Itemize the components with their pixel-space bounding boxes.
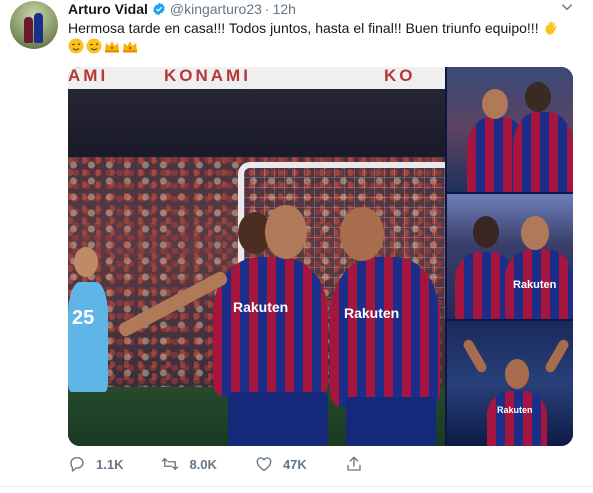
reply-icon — [70, 456, 84, 472]
avatar-figure — [34, 13, 43, 43]
opponent-player: 25 — [68, 282, 108, 392]
avatar[interactable] — [10, 1, 58, 49]
media-grid: AMI KONAMI KO 25 Rakuten Rakuten Rakuten… — [68, 67, 573, 446]
jersey-number: 25 — [72, 307, 95, 329]
wave-hand-icon — [545, 21, 557, 35]
timestamp[interactable]: 12h — [273, 1, 296, 17]
thumbnail-photo-1[interactable] — [447, 67, 573, 192]
retweet-button[interactable]: 8.0K — [161, 455, 217, 473]
crown-emoji-icon — [123, 41, 137, 53]
player-head — [473, 216, 499, 248]
player-celebrating: Rakuten — [487, 391, 547, 446]
tweet-actions: 1.1K 8.0K 47K — [68, 455, 373, 473]
player-head — [525, 82, 551, 112]
like-button[interactable]: 47K — [255, 455, 307, 473]
chevron-down-icon[interactable] — [560, 0, 574, 14]
retweet-count: 8.0K — [189, 456, 217, 472]
main-photo[interactable]: AMI KONAMI KO 25 Rakuten Rakuten — [68, 67, 445, 446]
player-head — [521, 216, 549, 250]
handle[interactable]: @kingarturo23 — [170, 1, 262, 17]
heart-icon — [256, 457, 272, 472]
like-count: 47K — [282, 456, 307, 472]
player-shorts — [228, 392, 328, 446]
wink-emoji-icon — [86, 38, 102, 54]
verified-badge-icon — [153, 2, 165, 16]
separator: · — [264, 1, 270, 17]
tweet-text: Hermosa tarde en casa!!! Todos juntos, h… — [68, 19, 573, 38]
sponsor-text: Rakuten — [513, 279, 557, 291]
tweet-text-body: Hermosa tarde en casa!!! Todos juntos, h… — [68, 20, 539, 36]
thumbnail-photo-2[interactable]: Rakuten — [447, 194, 573, 319]
reply-count: 1.1K — [96, 456, 124, 472]
display-name[interactable]: Arturo Vidal — [68, 1, 148, 17]
player-shorts — [346, 397, 436, 446]
banner-fragment-right: KO — [384, 67, 416, 85]
retweet-icon — [162, 458, 179, 470]
player-suarez: Rakuten — [213, 257, 328, 397]
banner-fragment-left: AMI — [68, 67, 109, 85]
reply-button[interactable]: 1.1K — [68, 455, 123, 473]
player-celebrating: Rakuten — [505, 249, 573, 319]
tweet-header: Arturo Vidal @kingarturo23 · 12h — [68, 0, 296, 18]
player-arm — [543, 337, 571, 375]
player-celebrating — [513, 112, 573, 192]
sponsor-text: Rakuten — [233, 299, 289, 315]
sponsor-text: Rakuten — [344, 305, 400, 321]
share-button[interactable] — [345, 455, 373, 473]
wink-emoji-icon — [68, 38, 84, 54]
thumbnail-photo-3[interactable]: Rakuten — [447, 321, 573, 446]
player-head — [340, 207, 384, 261]
player-head — [482, 89, 508, 119]
player-head — [74, 247, 98, 277]
sponsor-text: Rakuten — [497, 405, 533, 415]
emoji-row — [68, 38, 138, 54]
player-head — [505, 359, 529, 389]
crown-emoji-icon — [105, 41, 119, 53]
player-vidal: Rakuten — [330, 257, 440, 407]
banner-text: KONAMI — [164, 67, 251, 85]
player-head — [265, 205, 307, 259]
stadium-banner: AMI KONAMI KO — [68, 67, 445, 89]
avatar-figure — [24, 17, 33, 43]
divider — [0, 486, 593, 487]
share-icon — [347, 456, 361, 471]
player-arm — [461, 337, 489, 375]
